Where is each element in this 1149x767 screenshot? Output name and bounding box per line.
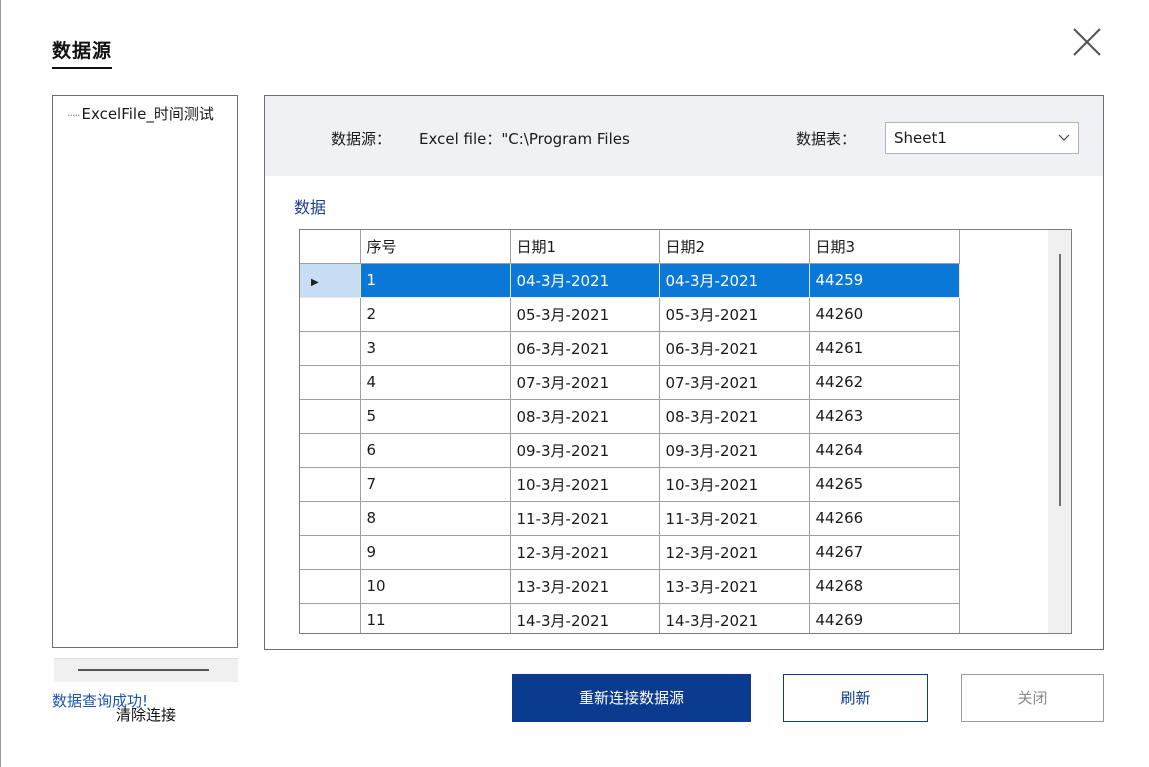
column-header[interactable]: 日期1 — [509, 230, 660, 264]
table-row[interactable]: 7 10-3月-2021 10-3月-2021 44265 — [300, 466, 960, 502]
sheet-label: 数据表： — [796, 130, 857, 148]
table-cell[interactable]: 07-3月-2021 — [509, 364, 660, 400]
tree-item-excelfile[interactable]: ····· ExcelFile_时间测试 — [67, 103, 237, 124]
table-cell[interactable]: 3 — [359, 330, 511, 366]
table-cell[interactable]: 44264 — [808, 432, 960, 468]
close-icon[interactable] — [1071, 26, 1103, 58]
window-edge — [0, 0, 1, 767]
row-header[interactable] — [300, 568, 361, 604]
table-cell[interactable]: 14-3月-2021 — [658, 602, 810, 633]
table-cell[interactable]: 44266 — [808, 500, 960, 536]
table-cell[interactable]: 08-3月-2021 — [658, 398, 810, 434]
table-cell[interactable]: 09-3月-2021 — [658, 432, 810, 468]
table-cell[interactable]: 10-3月-2021 — [509, 466, 660, 502]
data-table: 序号 日期1 日期2 日期3 ▶ 1 04-3月-2021 04-3月-2021 442… — [300, 230, 960, 633]
tree-horizontal-scrollbar[interactable] — [54, 658, 238, 682]
row-header[interactable] — [300, 398, 361, 434]
table-cell[interactable]: 11-3月-2021 — [658, 500, 810, 536]
row-header[interactable] — [300, 466, 361, 502]
table-row[interactable]: 8 11-3月-2021 11-3月-2021 44266 — [300, 500, 960, 536]
table-cell[interactable]: 44262 — [808, 364, 960, 400]
scrollbar-thumb[interactable] — [1059, 254, 1061, 506]
column-header[interactable]: 序号 — [359, 230, 511, 264]
table-cell[interactable]: 6 — [359, 432, 511, 468]
table-cell[interactable]: 2 — [359, 296, 511, 332]
table-cell[interactable]: 44263 — [808, 398, 960, 434]
grid-vertical-scrollbar[interactable] — [1048, 230, 1071, 633]
table-cell[interactable]: 09-3月-2021 — [509, 432, 660, 468]
tree-connector-icon: ····· — [67, 109, 81, 122]
row-header[interactable] — [300, 364, 361, 400]
source-value: Excel file："C:\Program Files — [419, 130, 630, 148]
scrollbar-thumb[interactable] — [78, 669, 209, 671]
table-cell[interactable]: 10-3月-2021 — [658, 466, 810, 502]
table-row[interactable]: 6 09-3月-2021 09-3月-2021 44264 — [300, 432, 960, 468]
table-cell[interactable]: 9 — [359, 534, 511, 570]
close-button[interactable]: 关闭 — [961, 674, 1104, 722]
table-cell[interactable]: 1 — [359, 262, 511, 298]
row-header[interactable] — [300, 500, 361, 536]
row-header-corner — [300, 230, 361, 264]
source-header: 数据源： Excel file："C:\Program Files 数据表： S… — [265, 96, 1103, 176]
table-cell[interactable]: 06-3月-2021 — [509, 330, 660, 366]
table-cell[interactable]: 11-3月-2021 — [509, 500, 660, 536]
refresh-button[interactable]: 刷新 — [783, 674, 928, 722]
table-cell[interactable]: 07-3月-2021 — [658, 364, 810, 400]
table-cell[interactable]: 14-3月-2021 — [509, 602, 660, 633]
reconnect-button[interactable]: 重新连接数据源 — [512, 674, 751, 722]
table-cell[interactable]: 12-3月-2021 — [658, 534, 810, 570]
table-cell[interactable]: 13-3月-2021 — [509, 568, 660, 604]
table-row[interactable]: ▶ 1 04-3月-2021 04-3月-2021 44259 — [300, 262, 960, 298]
table-cell[interactable]: 44265 — [808, 466, 960, 502]
sheet-select[interactable]: Sheet1 — [885, 122, 1079, 154]
source-label: 数据源： — [331, 130, 392, 148]
data-panel: 数据源： Excel file："C:\Program Files 数据表： S… — [264, 95, 1104, 650]
table-cell[interactable]: 44261 — [808, 330, 960, 366]
table-header-row: 序号 日期1 日期2 日期3 — [300, 230, 960, 264]
data-grid: 序号 日期1 日期2 日期3 ▶ 1 04-3月-2021 04-3月-2021 442… — [299, 229, 1072, 634]
table-cell[interactable]: 08-3月-2021 — [509, 398, 660, 434]
table-row[interactable]: 3 06-3月-2021 06-3月-2021 44261 — [300, 330, 960, 366]
row-header[interactable]: ▶ — [300, 262, 361, 298]
row-pointer-icon: ▶ — [311, 277, 319, 288]
table-cell[interactable]: 12-3月-2021 — [509, 534, 660, 570]
column-header[interactable]: 日期3 — [808, 230, 960, 264]
table-cell[interactable]: 8 — [359, 500, 511, 536]
tree-item-label: ExcelFile_时间测试 — [81, 105, 214, 123]
table-cell[interactable]: 44267 — [808, 534, 960, 570]
data-section-label: 数据 — [294, 198, 327, 217]
table-cell[interactable]: 44268 — [808, 568, 960, 604]
connection-tree-panel: ····· ExcelFile_时间测试 清除连接 — [52, 95, 238, 724]
table-cell[interactable]: 4 — [359, 364, 511, 400]
table-row[interactable]: 11 14-3月-2021 14-3月-2021 44269 — [300, 602, 960, 633]
dialog-title: 数据源 — [52, 36, 113, 69]
row-header[interactable] — [300, 534, 361, 570]
row-header[interactable] — [300, 330, 361, 366]
table-cell[interactable]: 44260 — [808, 296, 960, 332]
row-header[interactable] — [300, 602, 361, 633]
table-row[interactable]: 10 13-3月-2021 13-3月-2021 44268 — [300, 568, 960, 604]
table-cell[interactable]: 10 — [359, 568, 511, 604]
table-cell[interactable]: 5 — [359, 398, 511, 434]
column-header[interactable]: 日期2 — [658, 230, 810, 264]
table-cell[interactable]: 04-3月-2021 — [658, 262, 810, 298]
table-cell[interactable]: 44269 — [808, 602, 960, 633]
table-row[interactable]: 9 12-3月-2021 12-3月-2021 44267 — [300, 534, 960, 570]
chevron-down-icon — [1058, 134, 1070, 141]
table-cell[interactable]: 05-3月-2021 — [658, 296, 810, 332]
table-cell[interactable]: 05-3月-2021 — [509, 296, 660, 332]
table-cell[interactable]: 11 — [359, 602, 511, 633]
table-cell[interactable]: 04-3月-2021 — [509, 262, 660, 298]
row-header[interactable] — [300, 296, 361, 332]
table-row[interactable]: 5 08-3月-2021 08-3月-2021 44263 — [300, 398, 960, 434]
sheet-select-value: Sheet1 — [894, 129, 947, 147]
status-message: 数据查询成功! — [52, 692, 149, 710]
table-row[interactable]: 2 05-3月-2021 05-3月-2021 44260 — [300, 296, 960, 332]
table-cell[interactable]: 13-3月-2021 — [658, 568, 810, 604]
table-cell[interactable]: 44259 — [808, 262, 960, 298]
row-header[interactable] — [300, 432, 361, 468]
table-cell[interactable]: 7 — [359, 466, 511, 502]
table-row[interactable]: 4 07-3月-2021 07-3月-2021 44262 — [300, 364, 960, 400]
table-cell[interactable]: 06-3月-2021 — [658, 330, 810, 366]
